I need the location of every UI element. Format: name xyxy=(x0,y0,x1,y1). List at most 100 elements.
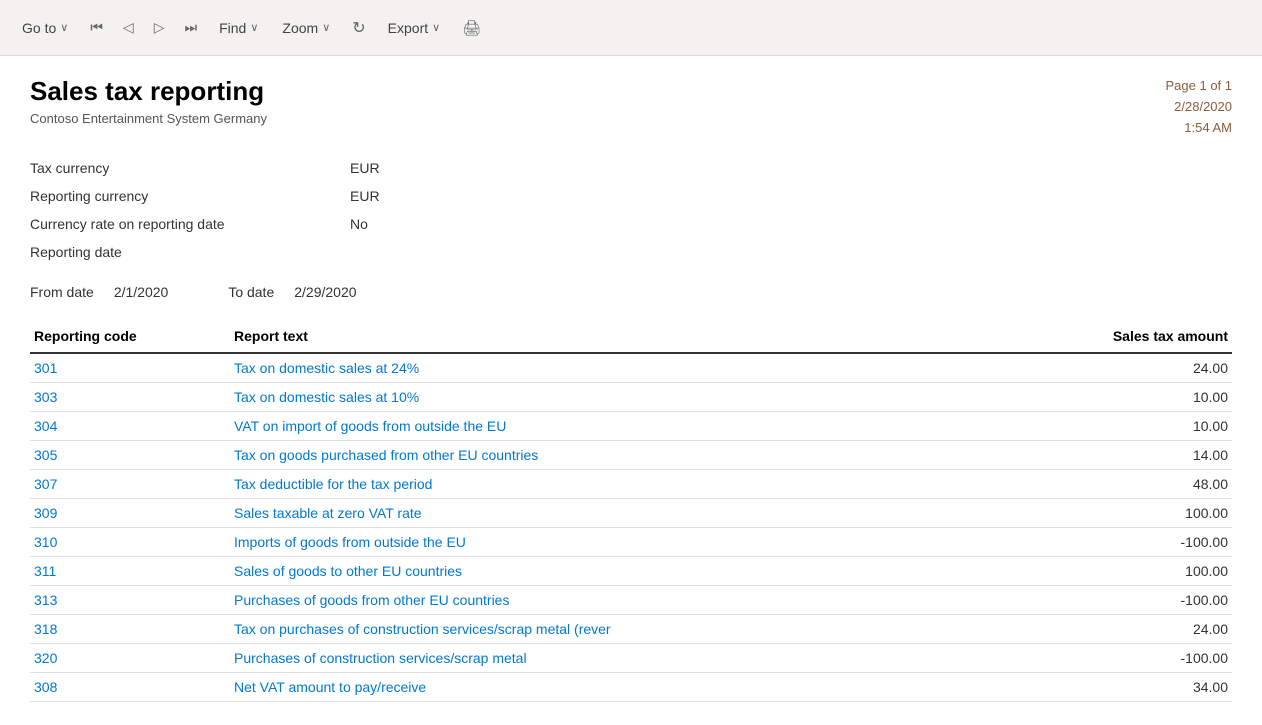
cell-text: Imports of goods from outside the EU xyxy=(230,528,989,557)
table-row: 313Purchases of goods from other EU coun… xyxy=(30,586,1232,615)
zoom-label: Zoom xyxy=(282,20,318,36)
cell-text: Purchases of goods from other EU countri… xyxy=(230,586,989,615)
table-row: 305Tax on goods purchased from other EU … xyxy=(30,441,1232,470)
from-date-value: 2/1/2020 xyxy=(114,284,169,300)
cell-code[interactable]: 318 xyxy=(30,615,230,644)
table-body: 301Tax on domestic sales at 24%24.00303T… xyxy=(30,353,1232,702)
zoom-button[interactable]: Zoom ∨ xyxy=(272,14,340,42)
report-date: 2/28/2020 xyxy=(1166,97,1233,118)
meta-row-tax-currency: Tax currency EUR xyxy=(30,154,1232,182)
cell-amount: -100.00 xyxy=(989,586,1232,615)
tax-currency-value: EUR xyxy=(350,160,380,176)
report-table: Reporting code Report text Sales tax amo… xyxy=(30,320,1232,702)
page-info: Page 1 of 1 2/28/2020 1:54 AM xyxy=(1166,76,1233,138)
find-button[interactable]: Find ∨ xyxy=(209,14,268,42)
to-date-label: To date xyxy=(228,284,274,300)
cell-amount: 100.00 xyxy=(989,557,1232,586)
print-icon xyxy=(462,19,481,37)
cell-amount: 14.00 xyxy=(989,441,1232,470)
table-row: 309Sales taxable at zero VAT rate100.00 xyxy=(30,499,1232,528)
cell-code[interactable]: 311 xyxy=(30,557,230,586)
col-sales-tax-amount: Sales tax amount xyxy=(989,320,1232,353)
cell-code[interactable]: 301 xyxy=(30,353,230,383)
cell-amount: -100.00 xyxy=(989,528,1232,557)
report-content: Sales tax reporting Contoso Entertainmen… xyxy=(0,56,1262,725)
cell-code[interactable]: 313 xyxy=(30,586,230,615)
nav-first-button[interactable] xyxy=(82,13,111,42)
nav-next-button[interactable] xyxy=(146,13,173,42)
cell-amount: 48.00 xyxy=(989,470,1232,499)
cell-text: Tax on purchases of construction service… xyxy=(230,615,989,644)
reporting-date-label: Reporting date xyxy=(30,244,350,260)
cell-code[interactable]: 303 xyxy=(30,383,230,412)
cell-code[interactable]: 309 xyxy=(30,499,230,528)
cell-code[interactable]: 320 xyxy=(30,644,230,673)
nav-last-button[interactable] xyxy=(176,13,205,42)
cell-text: Tax deductible for the tax period xyxy=(230,470,989,499)
from-date-label: From date xyxy=(30,284,94,300)
goto-button[interactable]: Go to ∨ xyxy=(12,14,78,42)
currency-rate-label: Currency rate on reporting date xyxy=(30,216,350,232)
meta-row-currency-rate: Currency rate on reporting date No xyxy=(30,210,1232,238)
meta-row-reporting-date: Reporting date xyxy=(30,238,1232,266)
table-row: 311Sales of goods to other EU countries1… xyxy=(30,557,1232,586)
refresh-button[interactable] xyxy=(344,12,373,44)
print-button[interactable] xyxy=(454,13,489,43)
cell-amount: 100.00 xyxy=(989,499,1232,528)
goto-label: Go to xyxy=(22,20,56,36)
cell-amount: 34.00 xyxy=(989,673,1232,702)
cell-text: Sales taxable at zero VAT rate xyxy=(230,499,989,528)
table-row: 308Net VAT amount to pay/receive34.00 xyxy=(30,673,1232,702)
nav-last-icon xyxy=(184,19,197,36)
table-row: 301Tax on domestic sales at 24%24.00 xyxy=(30,353,1232,383)
table-row: 307Tax deductible for the tax period48.0… xyxy=(30,470,1232,499)
table-row: 304VAT on import of goods from outside t… xyxy=(30,412,1232,441)
find-label: Find xyxy=(219,20,246,36)
report-time: 1:54 AM xyxy=(1166,118,1233,139)
export-label: Export xyxy=(388,20,428,36)
page-header: Sales tax reporting Contoso Entertainmen… xyxy=(30,76,1232,138)
nav-prev-icon xyxy=(123,19,134,36)
report-title: Sales tax reporting xyxy=(30,76,267,107)
refresh-icon xyxy=(352,18,365,38)
table-header-row: Reporting code Report text Sales tax amo… xyxy=(30,320,1232,353)
table-row: 310Imports of goods from outside the EU-… xyxy=(30,528,1232,557)
cell-amount: 24.00 xyxy=(989,615,1232,644)
export-chevron-icon: ∨ xyxy=(432,21,440,34)
nav-first-icon xyxy=(90,19,103,36)
to-date-value: 2/29/2020 xyxy=(294,284,356,300)
goto-chevron-icon: ∨ xyxy=(60,21,68,34)
table-row: 303Tax on domestic sales at 10%10.00 xyxy=(30,383,1232,412)
currency-rate-value: No xyxy=(350,216,368,232)
export-button[interactable]: Export ∨ xyxy=(378,14,451,42)
nav-next-icon xyxy=(154,19,165,36)
cell-text: Purchases of construction services/scrap… xyxy=(230,644,989,673)
cell-code[interactable]: 308 xyxy=(30,673,230,702)
col-report-text: Report text xyxy=(230,320,989,353)
cell-code[interactable]: 310 xyxy=(30,528,230,557)
cell-text: Sales of goods to other EU countries xyxy=(230,557,989,586)
find-chevron-icon: ∨ xyxy=(250,21,258,34)
cell-text: Tax on domestic sales at 10% xyxy=(230,383,989,412)
zoom-chevron-icon: ∨ xyxy=(322,21,330,34)
cell-code[interactable]: 305 xyxy=(30,441,230,470)
report-subtitle: Contoso Entertainment System Germany xyxy=(30,111,267,126)
cell-amount: -100.00 xyxy=(989,644,1232,673)
meta-section: Tax currency EUR Reporting currency EUR … xyxy=(30,154,1232,266)
date-row: From date 2/1/2020 To date 2/29/2020 xyxy=(30,274,1232,320)
reporting-currency-value: EUR xyxy=(350,188,380,204)
cell-text: Tax on domestic sales at 24% xyxy=(230,353,989,383)
reporting-currency-label: Reporting currency xyxy=(30,188,350,204)
table-header: Reporting code Report text Sales tax amo… xyxy=(30,320,1232,353)
table-row: 320Purchases of construction services/sc… xyxy=(30,644,1232,673)
cell-code[interactable]: 307 xyxy=(30,470,230,499)
cell-code[interactable]: 304 xyxy=(30,412,230,441)
cell-text: VAT on import of goods from outside the … xyxy=(230,412,989,441)
cell-amount: 10.00 xyxy=(989,412,1232,441)
tax-currency-label: Tax currency xyxy=(30,160,350,176)
cell-amount: 24.00 xyxy=(989,353,1232,383)
col-reporting-code: Reporting code xyxy=(30,320,230,353)
nav-prev-button[interactable] xyxy=(115,13,142,42)
toolbar: Go to ∨ Find ∨ Zoom ∨ Export ∨ xyxy=(0,0,1262,56)
cell-text: Net VAT amount to pay/receive xyxy=(230,673,989,702)
